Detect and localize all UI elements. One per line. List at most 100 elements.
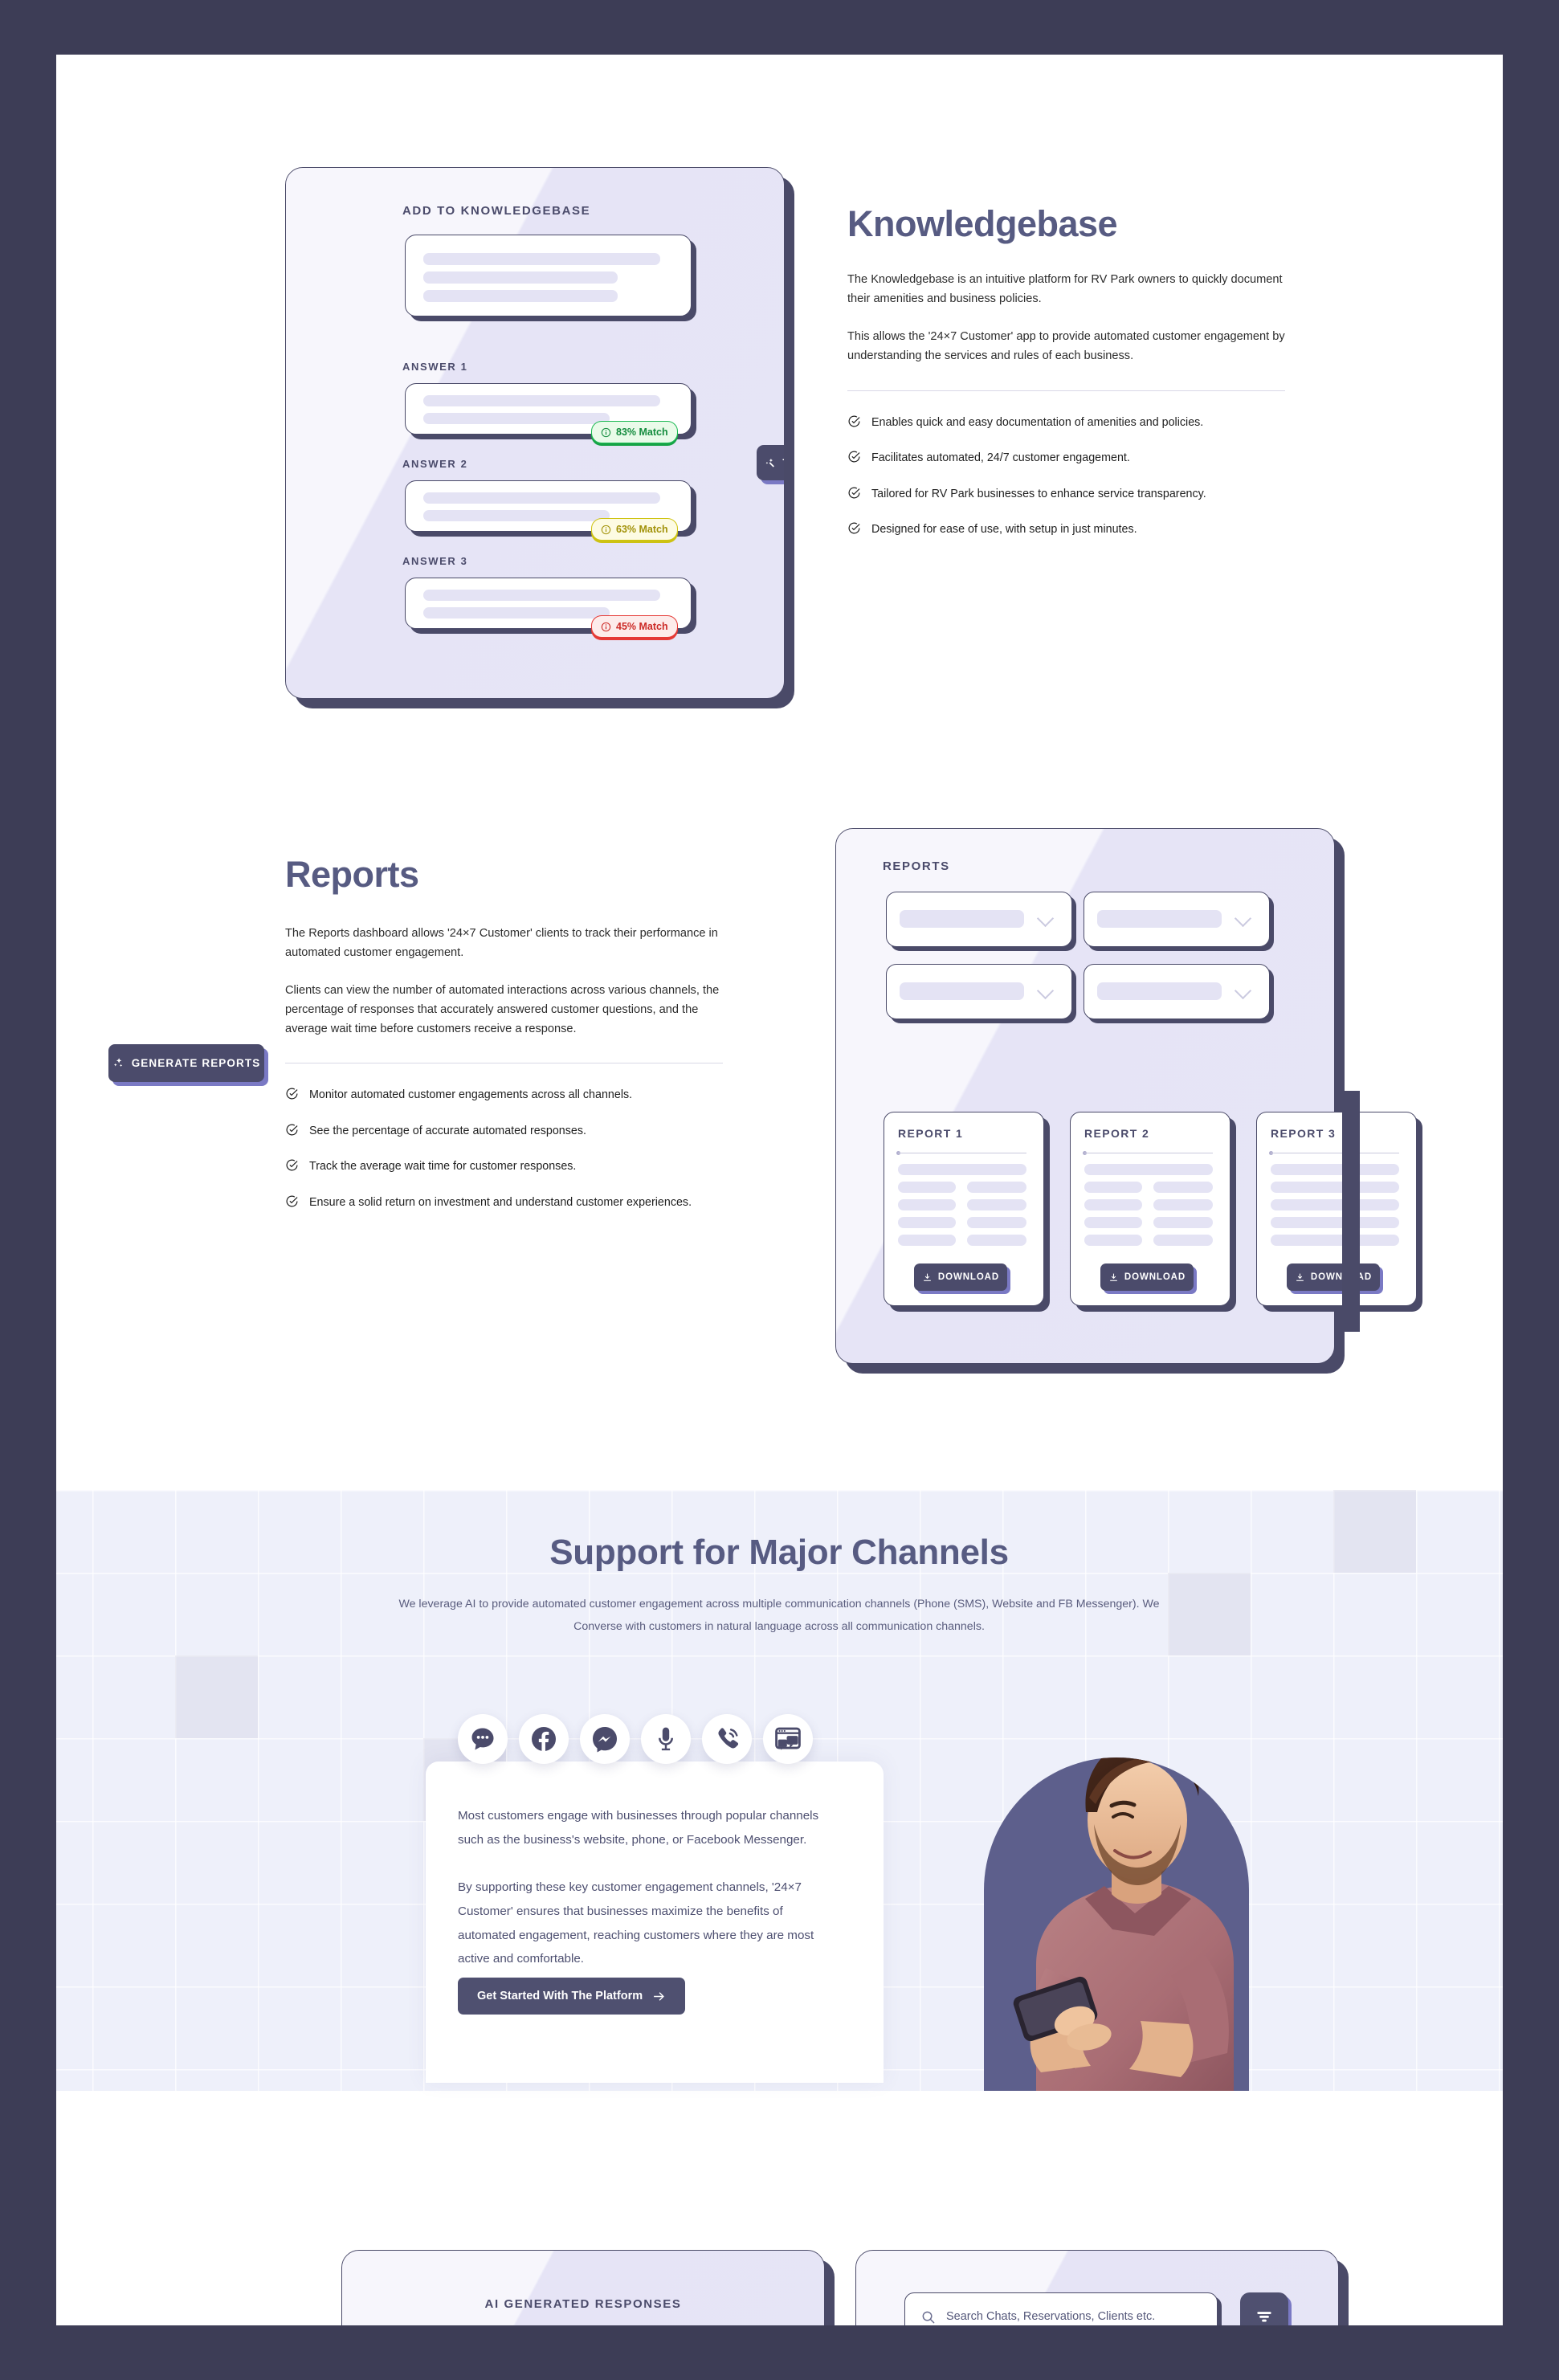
- generate-reports-label: GENERATE REPORTS: [131, 1057, 261, 1069]
- skeleton-line: [967, 1182, 1026, 1193]
- phone-ringing-icon[interactable]: [702, 1714, 752, 1764]
- grid-accent-cell: [1333, 1490, 1416, 1573]
- list-item: Enables quick and easy documentation of …: [847, 414, 1285, 432]
- skeleton-line: [1084, 1235, 1142, 1246]
- skeleton-line: [1153, 1217, 1213, 1228]
- skeleton-line: [898, 1199, 956, 1210]
- info-icon: [601, 427, 611, 437]
- skeleton-line: [1153, 1182, 1213, 1193]
- skeleton-line: [423, 607, 610, 618]
- knowledgebase-paragraph-2: This allows the '24×7 Customer' app to p…: [847, 330, 1285, 362]
- skeleton-line: [967, 1217, 1026, 1228]
- skeleton-line: [423, 413, 610, 424]
- skeleton-value: [900, 982, 1024, 1000]
- list-item: Track the average wait time for customer…: [285, 1157, 723, 1176]
- download-label: DOWNLOAD: [1310, 1272, 1373, 1282]
- download-icon: [1296, 1273, 1304, 1281]
- microphone-icon[interactable]: [641, 1714, 691, 1764]
- info-icon: [601, 525, 611, 534]
- skeleton-line: [1271, 1164, 1399, 1175]
- skeleton-line: [1153, 1199, 1213, 1210]
- list-item-text: Monitor automated customer engagements a…: [309, 1088, 633, 1102]
- skeleton-line: [423, 492, 660, 504]
- download-button-report-1[interactable]: DOWNLOAD: [914, 1263, 1007, 1291]
- knowledgebase-text-column: Knowledgebase The Knowledgebase is an in…: [847, 203, 1285, 557]
- chevron-down-icon: [1036, 909, 1055, 928]
- get-started-button[interactable]: Get Started With The Platform: [458, 1978, 686, 2015]
- skeleton-line: [898, 1164, 1026, 1175]
- ai-generated-responses-label: AI GENERATED RESPONSES: [484, 2297, 682, 2311]
- search-input[interactable]: Search Chats, Reservations, Clients etc.: [904, 2292, 1218, 2325]
- skeleton-line: [1271, 1199, 1399, 1210]
- man-using-phone-photo: [1013, 1757, 1234, 2091]
- reports-paragraph-2: Clients can view the number of automated…: [285, 984, 720, 1035]
- search-mockup-card: Search Chats, Reservations, Clients etc.: [855, 2250, 1339, 2325]
- search-icon: [922, 2311, 935, 2323]
- generate-reports-button[interactable]: GENERATE REPORTS: [108, 1044, 264, 1082]
- add-to-knowledgebase-label: ADD TO KNOWLEDGEBASE: [402, 204, 591, 218]
- report-filter-select-2[interactable]: [1084, 892, 1270, 947]
- reports-mock-label: REPORTS: [883, 859, 950, 873]
- answer-1-label: ANSWER 1: [402, 361, 468, 373]
- grid-accent-cell: [175, 1655, 258, 1738]
- channels-text-block: Most customers engage with businesses th…: [458, 1804, 831, 1971]
- download-label: DOWNLOAD: [1124, 1272, 1186, 1282]
- knowledge-input-box[interactable]: [405, 235, 692, 316]
- match-text: 45% Match: [616, 621, 668, 632]
- report-card-2: REPORT 2 DOWNLOAD: [1070, 1112, 1230, 1306]
- check-circle-icon: [847, 486, 861, 500]
- skeleton-value: [900, 910, 1024, 928]
- chat-bubble-icon[interactable]: [458, 1714, 508, 1764]
- list-item: Ensure a solid return on investment and …: [285, 1194, 723, 1212]
- skeleton-line: [1271, 1182, 1399, 1193]
- channels-paragraph-2: By supporting these key customer engagem…: [458, 1880, 814, 1966]
- check-circle-icon: [847, 414, 861, 428]
- list-item-text: Tailored for RV Park businesses to enhan…: [871, 487, 1206, 500]
- skeleton-line: [1084, 1182, 1142, 1193]
- skeleton-line: [1153, 1235, 1213, 1246]
- list-item-text: Track the average wait time for customer…: [309, 1160, 577, 1174]
- skeleton-line: [423, 510, 610, 521]
- report-filter-select-3[interactable]: [886, 964, 1072, 1019]
- report-card-3: REPORT 3 DOWNLOAD: [1256, 1112, 1417, 1306]
- page-canvas: ADD TO KNOWLEDGEBASE TRAIN & TEST ANSWER…: [56, 55, 1503, 2325]
- messenger-icon[interactable]: [580, 1714, 630, 1764]
- filter-icon: [1257, 2312, 1271, 2322]
- skeleton-line: [898, 1235, 956, 1246]
- get-started-label: Get Started With The Platform: [477, 1990, 643, 2002]
- channels-paragraph-1: Most customers engage with businesses th…: [458, 1809, 819, 1847]
- reports-bullet-list: Monitor automated customer engagements a…: [285, 1086, 723, 1211]
- answer-2-label: ANSWER 2: [402, 458, 468, 470]
- download-button-report-3[interactable]: DOWNLOAD: [1287, 1263, 1380, 1291]
- chevron-down-icon: [1234, 909, 1252, 928]
- check-circle-icon: [285, 1158, 299, 1172]
- web-chat-icon[interactable]: [763, 1714, 813, 1764]
- skeleton-line: [898, 1182, 956, 1193]
- reports-text-column: Reports The Reports dashboard allows '24…: [285, 854, 723, 1230]
- info-icon: [601, 622, 611, 631]
- chevron-down-icon: [1234, 982, 1252, 1000]
- match-text: 83% Match: [616, 427, 668, 438]
- check-circle-icon: [285, 1123, 299, 1137]
- download-button-report-2[interactable]: DOWNLOAD: [1100, 1263, 1194, 1291]
- report-filter-select-1[interactable]: [886, 892, 1072, 947]
- train-and-test-button[interactable]: TRAIN & TEST: [757, 445, 784, 480]
- download-icon: [1110, 1273, 1117, 1281]
- skeleton-line: [423, 271, 618, 284]
- report-filter-select-4[interactable]: [1084, 964, 1270, 1019]
- channels-heading-block: Support for Major Channels We leverage A…: [297, 1533, 1261, 1638]
- card-edge-shadow: [1342, 1091, 1360, 1332]
- reports-title: Reports: [285, 854, 419, 895]
- check-circle-icon: [285, 1194, 299, 1208]
- report-card-title: REPORT 2: [1084, 1127, 1150, 1140]
- skeleton-line: [423, 290, 618, 302]
- skeleton-line: [423, 253, 660, 265]
- knowledgebase-paragraph-1: The Knowledgebase is an intuitive platfo…: [847, 273, 1283, 305]
- facebook-icon[interactable]: [519, 1714, 569, 1764]
- filter-button[interactable]: [1240, 2292, 1288, 2325]
- skeleton-line: [1271, 1217, 1399, 1228]
- list-item: Designed for ease of use, with setup in …: [847, 520, 1285, 539]
- match-badge-answer-3: 45% Match: [591, 615, 678, 638]
- check-circle-icon: [285, 1087, 299, 1100]
- skeleton-value: [1097, 910, 1222, 928]
